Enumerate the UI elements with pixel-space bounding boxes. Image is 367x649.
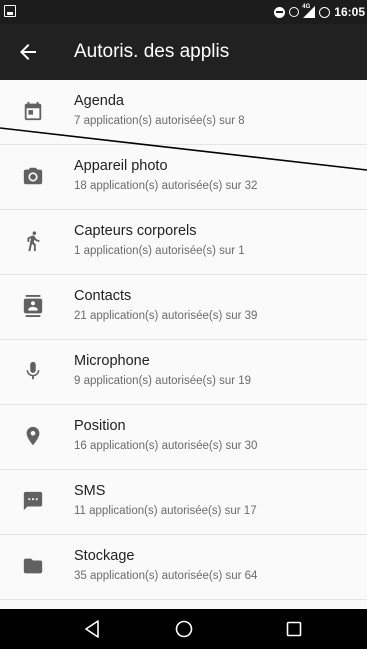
permission-item-sms[interactable]: SMS 11 application(s) autorisée(s) sur 1… [0,470,367,535]
page-title: Autoris. des applis [74,41,230,62]
permission-name: Agenda [74,93,124,109]
permission-summary: 1 application(s) autorisée(s) sur 1 [74,245,245,257]
permission-name: Appareil photo [74,158,168,174]
network-label: 4G [302,4,311,10]
nav-home-icon[interactable] [172,617,196,641]
permission-item-contacts[interactable]: Contacts 21 application(s) autorisée(s) … [0,275,367,340]
body-sensors-icon [27,231,40,252]
sms-icon [23,491,43,511]
permission-summary: 18 application(s) autorisée(s) sur 32 [74,180,258,192]
permission-item-microphone[interactable]: Microphone 9 application(s) autorisée(s)… [0,340,367,405]
alarm-icon [289,7,300,17]
status-time: 16:05 [334,5,365,19]
do-not-disturb-icon [274,6,286,18]
notification-icon [4,5,16,17]
camera-icon [23,167,43,185]
permission-summary: 9 application(s) autorisée(s) sur 19 [74,375,252,387]
status-bar: 4G 16:05 [0,0,367,24]
permission-name: Microphone [74,353,150,369]
nav-back-icon[interactable] [80,617,104,641]
permission-name: Capteurs corporels [74,223,197,239]
location-icon [26,426,40,446]
permission-item-agenda[interactable]: Agenda 7 application(s) autorisée(s) sur… [0,80,367,145]
permission-name: Contacts [74,288,132,304]
permission-summary: 11 application(s) autorisée(s) sur 17 [74,505,257,517]
permission-summary: 35 application(s) autorisée(s) sur 64 [74,570,258,582]
permission-summary: 21 application(s) autorisée(s) sur 39 [74,310,258,322]
folder-icon [23,558,43,574]
permission-list: Agenda 7 application(s) autorisée(s) sur… [0,80,367,600]
permission-name: Stockage [74,548,135,564]
permission-item-storage[interactable]: Stockage 35 application(s) autorisée(s) … [0,535,367,600]
permission-summary: 16 application(s) autorisée(s) sur 30 [74,440,258,452]
permission-name: SMS [74,483,106,499]
data-saver-icon [319,6,331,18]
status-icons: 4G 16:05 [274,4,365,20]
microphone-icon [26,361,40,380]
navigation-bar [0,609,367,649]
contacts-icon [23,295,43,317]
permission-item-location[interactable]: Position 16 application(s) autorisée(s) … [0,405,367,470]
nav-recents-icon[interactable] [282,617,306,641]
permission-item-camera[interactable]: Appareil photo 18 application(s) autoris… [0,145,367,210]
permission-item-body-sensors[interactable]: Capteurs corporels 1 application(s) auto… [0,210,367,275]
signal-icon: 4G [302,4,316,18]
permission-name: Position [74,418,126,434]
app-bar: Autoris. des applis [0,24,367,80]
calendar-icon [24,101,42,121]
permission-summary: 7 application(s) autorisée(s) sur 8 [74,115,245,127]
arrow-back-icon[interactable] [16,40,40,64]
